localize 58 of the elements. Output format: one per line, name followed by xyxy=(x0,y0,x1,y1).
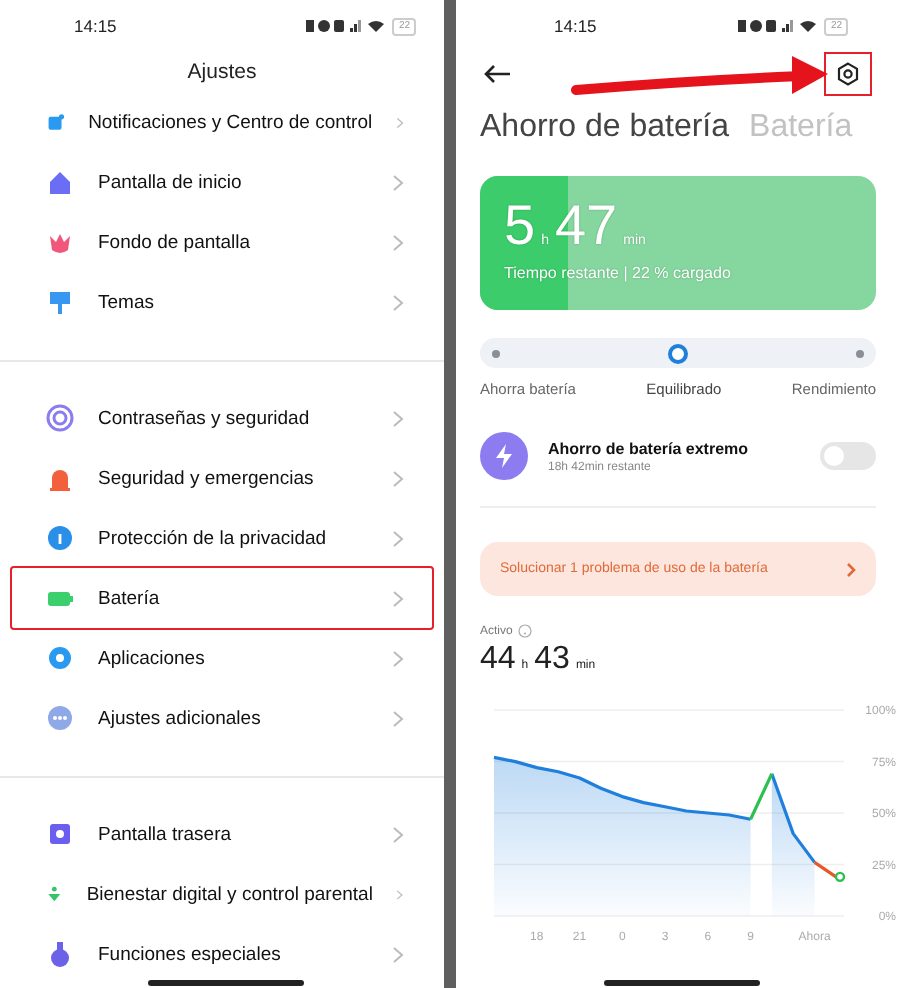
settings-item[interactable]: Pantalla de inicio xyxy=(12,152,432,212)
end-marker xyxy=(834,871,846,883)
chevron-icon xyxy=(392,945,404,963)
settings-item[interactable]: Funciones especiales xyxy=(12,924,432,984)
tab[interactable]: Ahorro de batería xyxy=(480,110,730,146)
status-icons xyxy=(738,18,819,34)
setting-icon xyxy=(46,644,74,672)
setting-icon xyxy=(46,524,74,552)
settings-item[interactable]: Temas xyxy=(12,272,432,332)
chevron-icon xyxy=(396,113,404,131)
help-icon[interactable] xyxy=(518,624,533,638)
screen-title: Ajustes xyxy=(185,58,259,88)
setting-icon xyxy=(46,108,65,136)
settings-item[interactable]: Notificaciones y Centro de control xyxy=(12,92,432,152)
chevron-icon xyxy=(392,293,404,311)
chevron-icon xyxy=(392,173,404,191)
status-time: 14:15 xyxy=(74,16,117,36)
chevron-icon xyxy=(396,885,404,903)
chevron-icon xyxy=(392,233,404,251)
setting-icon xyxy=(46,288,74,316)
chevron-icon xyxy=(392,409,404,427)
gear-icon xyxy=(836,62,860,86)
settings-item[interactable]: Batería xyxy=(12,568,432,628)
settings-item[interactable]: Pantalla trasera xyxy=(12,804,432,864)
slider-stop[interactable] xyxy=(856,349,864,357)
setting-icon xyxy=(46,820,74,848)
setting-icon xyxy=(46,404,74,432)
status-time: 14:15 xyxy=(554,16,597,36)
chevron-icon xyxy=(846,561,856,577)
settings-button[interactable] xyxy=(824,52,872,96)
settings-item[interactable]: Protección de la privacidad xyxy=(12,508,432,568)
chevron-icon xyxy=(392,469,404,487)
settings-item[interactable]: Ajustes adicionales xyxy=(12,688,432,748)
setting-icon xyxy=(46,464,74,492)
settings-item[interactable]: Seguridad y emergencias xyxy=(12,448,432,508)
setting-icon xyxy=(46,940,74,968)
lightning-icon xyxy=(480,432,528,480)
setting-icon xyxy=(46,168,74,196)
chevron-icon xyxy=(392,589,404,607)
hours-value: 5 xyxy=(504,196,536,256)
mode-slider-track[interactable] xyxy=(480,338,876,368)
chevron-icon xyxy=(392,529,404,547)
chevron-icon xyxy=(392,649,404,667)
status-icons xyxy=(306,18,387,34)
chevron-icon xyxy=(392,825,404,843)
extreme-saver-title: Ahorro de batería extremo xyxy=(548,439,751,457)
settings-item[interactable]: Aplicaciones xyxy=(12,628,432,688)
slider-thumb[interactable] xyxy=(668,343,688,363)
back-arrow-icon[interactable] xyxy=(484,64,512,84)
chevron-icon xyxy=(392,709,404,727)
toggle-switch[interactable] xyxy=(820,442,876,470)
settings-item[interactable]: Bienestar digital y control parental xyxy=(12,864,432,924)
setting-icon xyxy=(46,704,74,732)
settings-item[interactable]: Fondo de pantalla xyxy=(12,212,432,272)
slider-stop[interactable] xyxy=(492,349,500,357)
active-hours: 44 xyxy=(480,642,516,678)
settings-item[interactable]: Contraseñas y seguridad xyxy=(12,388,432,448)
active-minutes: 43 xyxy=(534,642,570,678)
